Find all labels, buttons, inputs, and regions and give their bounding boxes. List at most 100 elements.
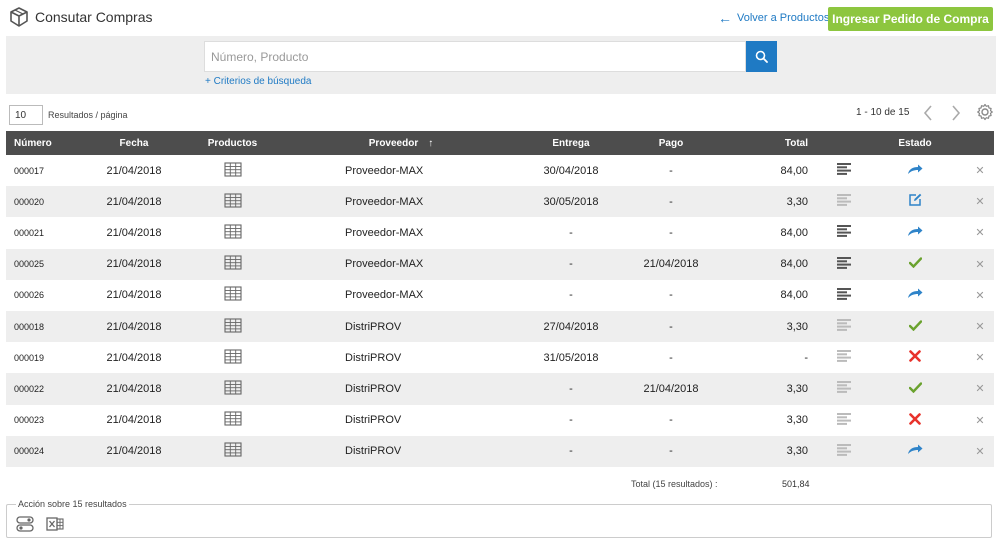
products-grid-icon[interactable] bbox=[223, 286, 242, 304]
close-icon[interactable]: ✕ bbox=[975, 383, 984, 395]
cell-remove[interactable]: ✕ bbox=[966, 280, 994, 311]
cell-estado[interactable] bbox=[864, 435, 966, 467]
cell-estado[interactable] bbox=[864, 280, 966, 311]
check-icon[interactable] bbox=[908, 319, 922, 334]
cell-remove[interactable]: ✕ bbox=[966, 155, 994, 186]
cell-productos[interactable] bbox=[184, 310, 281, 343]
cell-remove[interactable]: ✕ bbox=[966, 405, 994, 436]
cell-productos[interactable] bbox=[184, 155, 281, 186]
close-icon[interactable]: ✕ bbox=[975, 290, 984, 302]
cell-remove[interactable]: ✕ bbox=[966, 342, 994, 373]
products-grid-icon[interactable] bbox=[223, 349, 242, 367]
cell-productos[interactable] bbox=[184, 373, 281, 405]
new-purchase-order-button[interactable]: Ingresar Pedido de Compra bbox=[828, 7, 993, 31]
col-header-productos[interactable]: Productos bbox=[184, 131, 281, 155]
cell-detail[interactable] bbox=[824, 217, 864, 248]
close-icon[interactable]: ✕ bbox=[975, 446, 984, 458]
close-icon[interactable]: ✕ bbox=[975, 227, 984, 239]
search-button[interactable] bbox=[746, 41, 777, 72]
products-grid-icon[interactable] bbox=[223, 255, 242, 273]
products-grid-icon[interactable] bbox=[223, 411, 242, 429]
check-icon[interactable] bbox=[908, 257, 922, 271]
detail-list-icon[interactable] bbox=[837, 412, 851, 428]
cell-productos[interactable] bbox=[184, 342, 281, 373]
back-to-products-link[interactable]: ← Volver a Productos bbox=[718, 11, 829, 25]
cell-detail[interactable] bbox=[824, 435, 864, 467]
col-header-numero[interactable]: Número bbox=[6, 131, 84, 155]
table-row[interactable]: 000023 21/04/2018 DistriPROV - - 3,30 ✕ bbox=[6, 405, 994, 436]
cell-numero[interactable]: 000019 bbox=[6, 342, 84, 373]
sent-icon[interactable] bbox=[907, 288, 923, 302]
products-grid-icon[interactable] bbox=[223, 380, 242, 398]
table-row[interactable]: 000017 21/04/2018 Proveedor-MAX 30/04/2018 -… bbox=[6, 155, 994, 186]
cell-remove[interactable]: ✕ bbox=[966, 217, 994, 248]
search-input[interactable] bbox=[204, 41, 746, 72]
col-header-pago[interactable]: Pago bbox=[621, 131, 721, 155]
cell-detail[interactable] bbox=[824, 310, 864, 343]
cell-numero[interactable]: 000026 bbox=[6, 280, 84, 311]
table-row[interactable]: 000025 21/04/2018 Proveedor-MAX -21/04/2018… bbox=[6, 248, 994, 280]
cell-remove[interactable]: ✕ bbox=[966, 435, 994, 467]
table-row[interactable]: 000021 21/04/2018 Proveedor-MAX - - 84,00 ✕ bbox=[6, 217, 994, 248]
table-row[interactable]: 000018 21/04/2018 DistriPROV 27/04/2018-3,3… bbox=[6, 310, 994, 343]
cell-productos[interactable] bbox=[184, 280, 281, 311]
cell-productos[interactable] bbox=[184, 217, 281, 248]
cell-estado[interactable] bbox=[864, 310, 966, 343]
col-header-total[interactable]: Total bbox=[721, 131, 824, 155]
cell-estado[interactable] bbox=[864, 373, 966, 405]
products-grid-icon[interactable] bbox=[223, 193, 242, 211]
cell-numero[interactable]: 000018 bbox=[6, 310, 84, 343]
close-icon[interactable]: ✕ bbox=[975, 415, 984, 427]
cell-estado[interactable] bbox=[864, 405, 966, 436]
cell-numero[interactable]: 000025 bbox=[6, 248, 84, 280]
prev-page-button[interactable] bbox=[918, 103, 938, 123]
cell-remove[interactable]: ✕ bbox=[966, 373, 994, 405]
cell-productos[interactable] bbox=[184, 435, 281, 467]
detail-list-icon[interactable] bbox=[837, 350, 851, 365]
cell-numero[interactable]: 000020 bbox=[6, 186, 84, 218]
detail-list-icon[interactable] bbox=[837, 319, 851, 334]
close-icon[interactable]: ✕ bbox=[975, 352, 984, 364]
table-row[interactable]: 000020 21/04/2018 Proveedor-MAX 30/05/2018-… bbox=[6, 186, 994, 218]
detail-list-icon[interactable] bbox=[837, 443, 851, 459]
cell-detail[interactable] bbox=[824, 155, 864, 186]
table-row[interactable]: 000024 21/04/2018 DistriPROV - -3,30 ✕ bbox=[6, 435, 994, 467]
next-page-button[interactable] bbox=[946, 103, 966, 123]
cancel-icon[interactable] bbox=[909, 350, 921, 365]
col-header-fecha[interactable]: Fecha bbox=[84, 131, 184, 155]
close-icon[interactable]: ✕ bbox=[975, 321, 984, 333]
sent-icon[interactable] bbox=[907, 164, 923, 178]
cell-numero[interactable]: 000022 bbox=[6, 373, 84, 405]
cell-detail[interactable] bbox=[824, 186, 864, 218]
table-row[interactable]: 000026 21/04/2018 Proveedor-MAX - - 84,00 ✕ bbox=[6, 280, 994, 311]
toggle-columns-icon[interactable] bbox=[16, 516, 34, 532]
detail-list-icon[interactable] bbox=[837, 163, 851, 178]
cell-estado[interactable] bbox=[864, 217, 966, 248]
cell-estado[interactable] bbox=[864, 155, 966, 186]
table-row[interactable]: 000019 21/04/2018 DistriPROV 31/05/2018 - - ✕ bbox=[6, 342, 994, 373]
table-row[interactable]: 000022 21/04/2018 DistriPROV -21/04/2018 3,3… bbox=[6, 373, 994, 405]
close-icon[interactable]: ✕ bbox=[975, 259, 984, 271]
cell-estado[interactable] bbox=[864, 186, 966, 218]
products-grid-icon[interactable] bbox=[223, 224, 242, 242]
sent-icon[interactable] bbox=[907, 226, 923, 240]
cell-numero[interactable]: 000024 bbox=[6, 435, 84, 467]
detail-list-icon[interactable] bbox=[837, 256, 851, 272]
col-header-entrega[interactable]: Entrega bbox=[521, 131, 621, 155]
cell-productos[interactable] bbox=[184, 405, 281, 436]
col-header-estado[interactable]: Estado bbox=[864, 131, 966, 155]
detail-list-icon[interactable] bbox=[837, 287, 851, 303]
excel-export-icon[interactable] bbox=[46, 516, 64, 532]
col-header-proveedor[interactable]: Proveedor ↑ bbox=[281, 131, 521, 155]
results-per-page-input[interactable] bbox=[9, 105, 43, 125]
gear-icon[interactable] bbox=[976, 103, 994, 121]
cell-numero[interactable]: 000017 bbox=[6, 155, 84, 186]
check-icon[interactable] bbox=[908, 382, 922, 396]
cell-detail[interactable] bbox=[824, 280, 864, 311]
products-grid-icon[interactable] bbox=[223, 317, 242, 336]
cancel-icon[interactable] bbox=[909, 412, 921, 428]
detail-list-icon[interactable] bbox=[837, 225, 851, 240]
detail-list-icon[interactable] bbox=[837, 194, 851, 209]
cell-remove[interactable]: ✕ bbox=[966, 248, 994, 280]
cell-detail[interactable] bbox=[824, 405, 864, 436]
